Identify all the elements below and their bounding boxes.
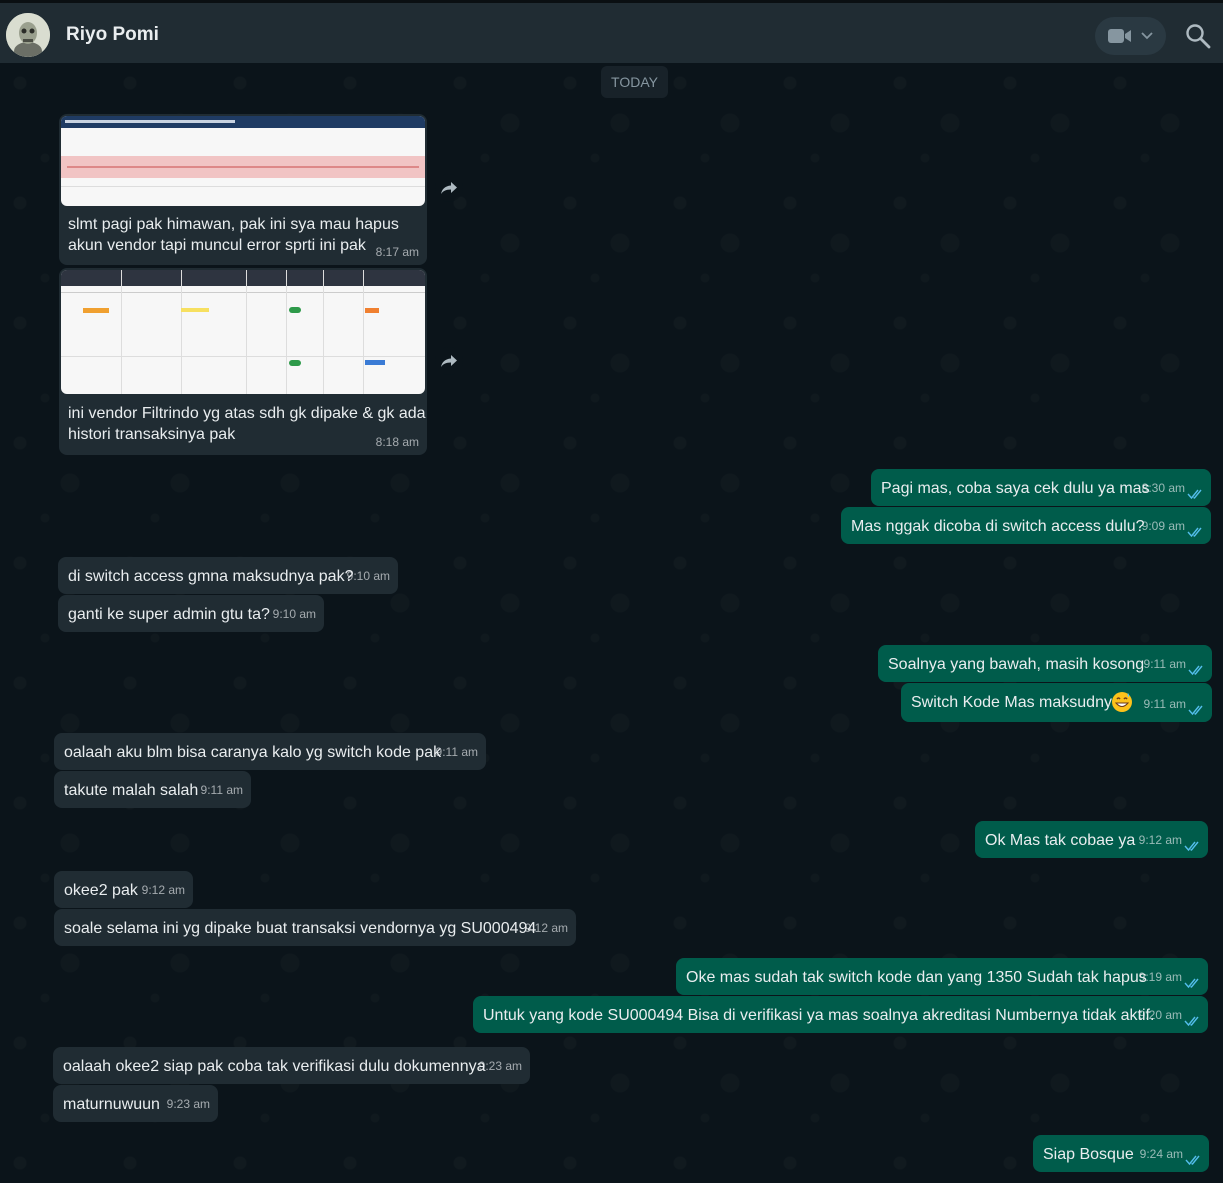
screenshot-thumbnail[interactable] bbox=[61, 270, 425, 394]
message-text: Pagi mas, coba saya cek dulu ya mas bbox=[881, 480, 1150, 497]
outgoing-message[interactable]: Siap Bosque 9:24 am bbox=[1033, 1135, 1209, 1172]
outgoing-message[interactable]: Mas nggak dicoba di switch access dulu? … bbox=[841, 507, 1211, 544]
incoming-message[interactable]: di switch access gmna maksudnya pak? 9:1… bbox=[58, 557, 398, 594]
message-text: Switch Kode Mas maksudnya bbox=[911, 694, 1121, 711]
video-call-button[interactable] bbox=[1095, 17, 1166, 55]
message-time: 9:10 am bbox=[272, 607, 316, 621]
read-ticks-icon bbox=[1185, 1155, 1200, 1166]
message-text: ganti ke super admin gtu ta? bbox=[68, 606, 270, 623]
forward-icon bbox=[441, 355, 457, 367]
message-time: 9:23 am bbox=[478, 1059, 522, 1073]
incoming-message[interactable]: okee2 pak 9:12 am bbox=[54, 871, 193, 908]
read-ticks-icon bbox=[1184, 841, 1199, 852]
incoming-message[interactable]: ganti ke super admin gtu ta? 9:10 am bbox=[58, 595, 324, 632]
forward-button[interactable] bbox=[435, 347, 463, 375]
search-icon[interactable] bbox=[1185, 23, 1211, 49]
chat-header: Riyo Pomi bbox=[0, 3, 1223, 63]
message-time: 9:20 am bbox=[1138, 1008, 1182, 1022]
image-caption-line: slmt pagi pak himawan, pak ini sya mau h… bbox=[68, 216, 399, 233]
message-text: di switch access gmna maksudnya pak? bbox=[68, 568, 354, 585]
video-camera-icon bbox=[1108, 29, 1131, 43]
message-text: Siap Bosque bbox=[1043, 1146, 1134, 1163]
screenshot-thumbnail[interactable] bbox=[61, 116, 425, 206]
message-text: soale selama ini yg dipake buat transaks… bbox=[64, 920, 537, 937]
outgoing-message[interactable]: Switch Kode Mas maksudnya 9:11 am bbox=[901, 683, 1212, 722]
message-time: 8:17 am bbox=[375, 245, 419, 259]
date-separator: TODAY bbox=[601, 66, 668, 98]
message-time: 9:11 am bbox=[1143, 697, 1186, 711]
incoming-message[interactable]: takute malah salah 9:11 am bbox=[54, 771, 251, 808]
message-time: 9:09 am bbox=[1141, 519, 1185, 533]
message-time: 8:18 am bbox=[375, 435, 419, 449]
message-time: 9:12 am bbox=[141, 883, 185, 897]
contact-avatar[interactable] bbox=[6, 13, 50, 57]
grinning-sweat-emoji-icon bbox=[1112, 692, 1132, 712]
message-time: 9:11 am bbox=[435, 745, 478, 759]
image-caption-line: histori transaksinya pak bbox=[68, 426, 236, 443]
chevron-down-icon bbox=[1141, 32, 1153, 40]
outgoing-message[interactable]: Pagi mas, coba saya cek dulu ya mas 8:30… bbox=[871, 469, 1211, 506]
message-time: 8:30 am bbox=[1141, 481, 1185, 495]
outgoing-message[interactable]: Oke mas sudah tak switch kode dan yang 1… bbox=[676, 958, 1208, 995]
read-ticks-icon bbox=[1184, 978, 1199, 989]
message-time: 9:12 am bbox=[1138, 833, 1182, 847]
chat-area[interactable]: TODAY slmt pagi pak himawan, pak ini sya… bbox=[0, 63, 1223, 1183]
message-text: oalaah aku blm bisa caranya kalo yg swit… bbox=[64, 744, 442, 761]
incoming-message[interactable]: maturnuwuun 9:23 am bbox=[53, 1085, 218, 1122]
message-time: 9:10 am bbox=[346, 569, 390, 583]
image-message[interactable]: slmt pagi pak himawan, pak ini sya mau h… bbox=[59, 114, 427, 265]
message-time: 9:23 am bbox=[166, 1097, 210, 1111]
outgoing-message[interactable]: Untuk yang kode SU000494 Bisa di verifik… bbox=[473, 996, 1208, 1033]
message-text: takute malah salah bbox=[64, 782, 199, 799]
read-ticks-icon bbox=[1187, 489, 1202, 500]
forward-button[interactable] bbox=[435, 174, 463, 202]
message-text: Mas nggak dicoba di switch access dulu? bbox=[851, 518, 1145, 535]
message-time: 9:12 am bbox=[524, 921, 568, 935]
message-text: Soalnya yang bawah, masih kosong bbox=[888, 656, 1145, 673]
read-ticks-icon bbox=[1187, 527, 1202, 538]
message-text: maturnuwuun bbox=[63, 1096, 160, 1113]
message-text: okee2 pak bbox=[64, 882, 138, 899]
message-text: Untuk yang kode SU000494 Bisa di verifik… bbox=[483, 1007, 1155, 1024]
forward-icon bbox=[441, 182, 457, 194]
image-message[interactable]: ini vendor Filtrindo yg atas sdh gk dipa… bbox=[59, 268, 427, 455]
image-caption-line: akun vendor tapi muncul error sprti ini … bbox=[68, 237, 366, 254]
message-time: 9:19 am bbox=[1138, 970, 1182, 984]
message-time: 9:11 am bbox=[1143, 657, 1186, 671]
incoming-message[interactable]: soale selama ini yg dipake buat transaks… bbox=[54, 909, 576, 946]
incoming-message[interactable]: oalaah aku blm bisa caranya kalo yg swit… bbox=[54, 733, 486, 770]
read-ticks-icon bbox=[1188, 665, 1203, 676]
message-time: 9:11 am bbox=[200, 783, 243, 797]
outgoing-message[interactable]: Soalnya yang bawah, masih kosong 9:11 am bbox=[878, 645, 1212, 682]
outgoing-message[interactable]: Ok Mas tak cobae ya 9:12 am bbox=[975, 821, 1208, 858]
message-time: 9:24 am bbox=[1139, 1147, 1183, 1161]
image-caption-line: ini vendor Filtrindo yg atas sdh gk dipa… bbox=[68, 405, 426, 422]
read-ticks-icon bbox=[1184, 1016, 1199, 1027]
read-ticks-icon bbox=[1188, 705, 1203, 716]
message-text: Ok Mas tak cobae ya bbox=[985, 832, 1136, 849]
incoming-message[interactable]: oalaah okee2 siap pak coba tak verifikas… bbox=[53, 1047, 530, 1084]
message-text: Oke mas sudah tak switch kode dan yang 1… bbox=[686, 969, 1147, 986]
message-text: oalaah okee2 siap pak coba tak verifikas… bbox=[63, 1058, 486, 1075]
contact-name[interactable]: Riyo Pomi bbox=[66, 24, 159, 46]
